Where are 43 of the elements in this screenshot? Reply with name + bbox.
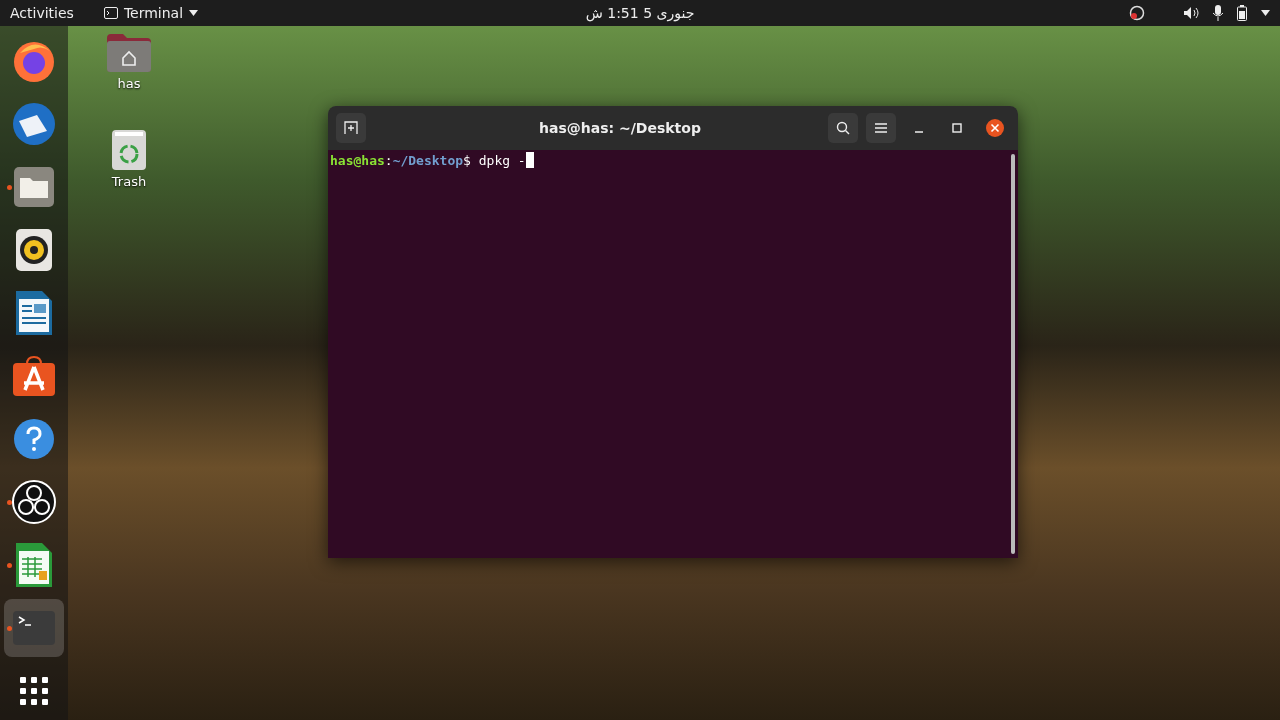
close-icon xyxy=(985,118,1005,138)
new-tab-icon xyxy=(344,121,358,135)
scrollbar[interactable] xyxy=(1011,154,1015,554)
speaker-icon xyxy=(16,229,52,271)
record-indicator-icon[interactable] xyxy=(1129,5,1145,21)
search-icon xyxy=(836,121,850,135)
prompt-user: has@has xyxy=(330,152,385,168)
terminal-icon xyxy=(103,7,118,19)
home-folder-icon xyxy=(107,34,151,72)
prompt-separator: : xyxy=(384,152,393,168)
terminal-area[interactable]: has@has:~/Desktop$ dpkg - xyxy=(328,150,1018,558)
clock[interactable]: جنوری 5 1:51 ش xyxy=(585,5,695,21)
help-icon xyxy=(13,418,55,460)
command-text: dpkg - xyxy=(477,152,526,168)
window-title: has@has: ~/Desktop xyxy=(538,120,702,136)
desktop-icon-label[interactable]: Trash xyxy=(111,174,147,189)
folder-icon xyxy=(13,166,55,208)
document-icon xyxy=(16,291,52,335)
menu-button[interactable] xyxy=(866,113,896,143)
app-grid-icon xyxy=(20,677,48,705)
fox-globe-icon xyxy=(12,39,56,83)
prompt-symbol: $ xyxy=(463,152,471,168)
new-tab-button[interactable] xyxy=(336,113,366,143)
app-menu[interactable]: Terminal xyxy=(103,5,199,21)
three-swirl-circle-icon xyxy=(12,480,56,524)
desktop-icon-label[interactable]: has xyxy=(117,76,141,91)
minimize-icon xyxy=(915,131,923,133)
mail-globe-icon xyxy=(11,101,57,147)
search-button[interactable] xyxy=(828,113,858,143)
spreadsheet-icon xyxy=(16,543,52,587)
shopping-bag-icon xyxy=(13,356,55,396)
caret-icon xyxy=(189,10,199,16)
microphone-icon[interactable] xyxy=(1213,5,1223,21)
battery-icon[interactable] xyxy=(1237,5,1247,21)
terminal-icon xyxy=(13,611,55,645)
caret-icon[interactable] xyxy=(1261,10,1270,16)
activities-button[interactable]: Activities xyxy=(10,5,74,21)
volume-icon[interactable] xyxy=(1183,6,1199,20)
menu-icon xyxy=(875,123,887,133)
recycle-bin-icon xyxy=(112,130,146,170)
prompt-path: ~/Desktop xyxy=(392,152,464,168)
maximize-icon xyxy=(952,123,962,133)
text-cursor xyxy=(525,152,534,168)
